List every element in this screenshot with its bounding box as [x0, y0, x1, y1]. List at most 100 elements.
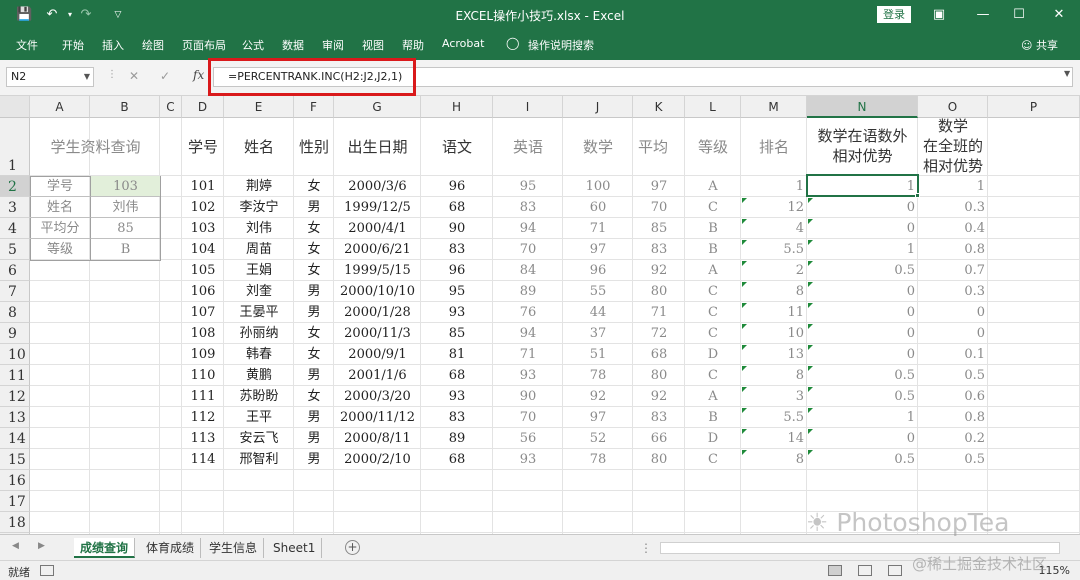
cell-o[interactable]: 0.7: [918, 260, 988, 281]
cell-rank[interactable]: 13: [741, 344, 807, 365]
column-header-k[interactable]: K: [633, 96, 685, 118]
cell-gender[interactable]: 男: [294, 449, 334, 470]
column-header-n[interactable]: N: [807, 96, 918, 118]
normal-view-icon[interactable]: [828, 565, 842, 576]
sheet-tab-scores-lookup[interactable]: 成绩查询: [74, 538, 136, 558]
cell-birth[interactable]: 2000/2/10: [334, 449, 421, 470]
enter-icon[interactable]: ✓: [160, 69, 170, 83]
cell-chinese[interactable]: 83: [421, 407, 493, 428]
cell-english[interactable]: 95: [493, 176, 563, 197]
tab-formulas[interactable]: 公式: [242, 37, 264, 53]
row-header-11[interactable]: 11: [0, 365, 30, 386]
cell-avg[interactable]: 71: [633, 302, 685, 323]
column-header-c[interactable]: C: [160, 96, 182, 118]
row-header-18[interactable]: 18: [0, 512, 30, 533]
row-header-16[interactable]: 16: [0, 470, 30, 491]
cell-gender[interactable]: 女: [294, 344, 334, 365]
cell-o[interactable]: 0.2: [918, 428, 988, 449]
cell-o[interactable]: 0.3: [918, 281, 988, 302]
cell-math[interactable]: 44: [563, 302, 633, 323]
lightbulb-icon[interactable]: ◯: [506, 36, 519, 50]
select-all-corner[interactable]: [0, 96, 30, 118]
cell-id[interactable]: 103: [182, 218, 224, 239]
cancel-icon[interactable]: ✕: [129, 69, 139, 83]
cell-o[interactable]: 0.8: [918, 239, 988, 260]
column-header-i[interactable]: I: [493, 96, 563, 118]
maximize-icon[interactable]: ☐: [1009, 5, 1029, 25]
tab-review[interactable]: 审阅: [322, 37, 344, 53]
cell-rank[interactable]: 8: [741, 365, 807, 386]
cell-o[interactable]: 0: [918, 302, 988, 323]
cell-grade[interactable]: C: [685, 197, 741, 218]
cell-id[interactable]: 107: [182, 302, 224, 323]
lookup-value[interactable]: B: [90, 239, 160, 260]
cell-english[interactable]: 56: [493, 428, 563, 449]
name-box[interactable]: N2 ▼: [6, 67, 94, 87]
tab-data[interactable]: 数据: [282, 37, 304, 53]
next-sheet-icon[interactable]: ▶: [38, 541, 45, 551]
cell-english[interactable]: 83: [493, 197, 563, 218]
cell-chinese[interactable]: 68: [421, 365, 493, 386]
cell-birth[interactable]: 2000/10/10: [334, 281, 421, 302]
cell-name[interactable]: 苏盼盼: [224, 386, 294, 407]
cell-n[interactable]: 0: [807, 323, 918, 344]
cell-name[interactable]: 李汝宁: [224, 197, 294, 218]
cell-n[interactable]: 0.5: [807, 449, 918, 470]
cell-grade[interactable]: C: [685, 323, 741, 344]
cell-english[interactable]: 70: [493, 407, 563, 428]
cell-name[interactable]: 刘奎: [224, 281, 294, 302]
cell-grade[interactable]: C: [685, 281, 741, 302]
cell-n[interactable]: 0: [807, 281, 918, 302]
cell-o[interactable]: 0.1: [918, 344, 988, 365]
prev-sheet-icon[interactable]: ◀: [12, 541, 19, 551]
row-header-1[interactable]: 1: [0, 118, 30, 176]
tab-home[interactable]: 开始: [62, 37, 84, 53]
macro-record-icon[interactable]: [40, 565, 54, 576]
cell-birth[interactable]: 1999/5/15: [334, 260, 421, 281]
sheet-tab-student-info[interactable]: 学生信息: [203, 538, 265, 558]
cell-english[interactable]: 90: [493, 386, 563, 407]
cell-id[interactable]: 106: [182, 281, 224, 302]
cell-gender[interactable]: 男: [294, 281, 334, 302]
cell-n[interactable]: 0: [807, 218, 918, 239]
row-header-9[interactable]: 9: [0, 323, 30, 344]
sheet-tab-sheet1[interactable]: Sheet1: [267, 538, 323, 558]
cell-rank[interactable]: 2: [741, 260, 807, 281]
cell-grade[interactable]: D: [685, 428, 741, 449]
cell-birth[interactable]: 1999/12/5: [334, 197, 421, 218]
share-button[interactable]: ☺ 共享: [1021, 37, 1058, 53]
cell-id[interactable]: 113: [182, 428, 224, 449]
cell-name[interactable]: 王平: [224, 407, 294, 428]
cell-birth[interactable]: 2001/1/6: [334, 365, 421, 386]
column-header-f[interactable]: F: [294, 96, 334, 118]
cell-rank[interactable]: 1: [741, 176, 807, 197]
cell-math[interactable]: 52: [563, 428, 633, 449]
close-icon[interactable]: ✕: [1049, 5, 1069, 25]
fill-handle[interactable]: [915, 193, 920, 198]
lookup-value[interactable]: 103: [90, 176, 160, 197]
cell-id[interactable]: 104: [182, 239, 224, 260]
active-cell[interactable]: [806, 174, 919, 197]
cell-chinese[interactable]: 81: [421, 344, 493, 365]
cell-gender[interactable]: 男: [294, 407, 334, 428]
column-header-m[interactable]: M: [741, 96, 807, 118]
cell-avg[interactable]: 92: [633, 386, 685, 407]
row-header-14[interactable]: 14: [0, 428, 30, 449]
cell-rank[interactable]: 8: [741, 281, 807, 302]
cell-math[interactable]: 37: [563, 323, 633, 344]
cell-o[interactable]: 0.4: [918, 218, 988, 239]
cell-english[interactable]: 84: [493, 260, 563, 281]
row-header-17[interactable]: 17: [0, 491, 30, 512]
cell-math[interactable]: 97: [563, 407, 633, 428]
column-header-d[interactable]: D: [182, 96, 224, 118]
tab-file[interactable]: 文件: [16, 37, 38, 53]
cell-english[interactable]: 93: [493, 365, 563, 386]
cell-english[interactable]: 71: [493, 344, 563, 365]
cell-birth[interactable]: 2000/11/12: [334, 407, 421, 428]
cell-gender[interactable]: 男: [294, 197, 334, 218]
row-header-2[interactable]: 2: [0, 176, 30, 197]
cell-name[interactable]: 邢智利: [224, 449, 294, 470]
cell-id[interactable]: 110: [182, 365, 224, 386]
cell-o[interactable]: 0.5: [918, 365, 988, 386]
cell-name[interactable]: 韩春: [224, 344, 294, 365]
